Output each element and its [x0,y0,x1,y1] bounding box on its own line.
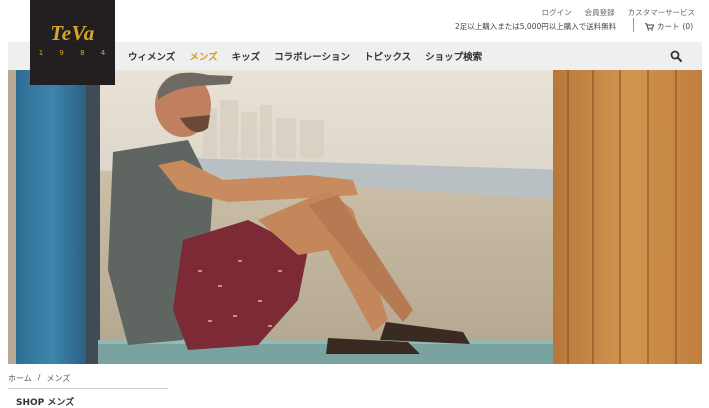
free-shipping-promo: 2足以上購入または5,000円以上購入で送料無料 [455,22,617,31]
nav-item-topics[interactable]: トピックス [364,49,411,63]
teva-logo[interactable]: TeVa 1 9 8 4 [30,0,115,85]
nav-item-kids[interactable]: キッズ [232,49,261,63]
cart-link[interactable]: カート (0) [645,21,693,32]
breadcrumb-separator: / [37,373,41,382]
breadcrumb-home[interactable]: ホーム [8,373,32,384]
nav-item-store-locator[interactable]: ショップ検索 [425,49,482,63]
header-divider [633,18,634,32]
breadcrumb: ホーム / メンズ [8,373,70,384]
nav-menu: ウィメンズ メンズ キッズ コラボレーション トピックス ショップ検索 [128,42,482,70]
cart-count: (0) [682,22,694,31]
customer-service-link[interactable]: カスタマーサービス [628,7,695,18]
cart-icon [645,22,654,31]
breadcrumb-divider [8,388,168,389]
login-link[interactable]: ログイン [542,7,572,18]
logo-wordmark: TeVa [50,20,95,45]
hero-image [8,70,702,364]
utility-links: ログイン 会員登録 カスタマーサービス [542,7,695,18]
breadcrumb-current: メンズ [46,374,71,383]
cart-label: カート [657,22,680,31]
register-link[interactable]: 会員登録 [585,7,615,18]
search-icon[interactable] [670,50,682,62]
logo-year: 1 9 8 4 [38,48,113,57]
nav-item-mens[interactable]: メンズ [189,49,217,63]
nav-item-womens[interactable]: ウィメンズ [128,49,175,63]
page-title: SHOP メンズ [16,398,75,408]
nav-item-collaboration[interactable]: コラボレーション [274,49,350,63]
hero-banner[interactable] [8,70,702,364]
